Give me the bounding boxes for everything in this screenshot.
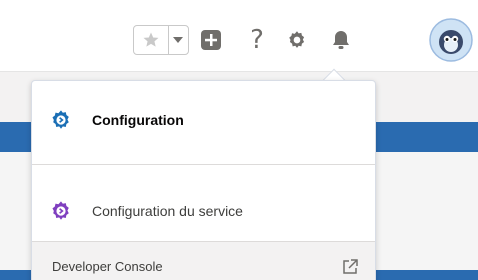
question-icon: ?: [250, 25, 264, 55]
global-header: ?: [0, 0, 478, 72]
gear-icon: [289, 31, 305, 48]
menu-item-label: Configuration du service: [92, 203, 243, 219]
global-actions-button[interactable]: [200, 29, 222, 51]
gear-icon: [50, 200, 72, 222]
setup-button[interactable]: [286, 29, 308, 51]
menu-divider: [32, 164, 375, 165]
notifications-button[interactable]: [331, 29, 351, 51]
gear-icon: [50, 109, 72, 131]
favorite-button[interactable]: [134, 26, 169, 54]
avatar-icon: [429, 18, 473, 62]
menu-item-configuration[interactable]: Configuration: [32, 97, 375, 143]
bell-icon: [333, 31, 349, 49]
external-link-icon: [343, 258, 358, 274]
favorites-group: [133, 25, 189, 55]
help-button[interactable]: ?: [247, 25, 267, 55]
avatar[interactable]: [429, 18, 473, 62]
menu-item-service-setup[interactable]: Configuration du service: [32, 189, 375, 233]
menu-item-label: Configuration: [92, 112, 184, 128]
menu-item-label: Developer Console: [52, 259, 163, 274]
chevron-down-icon: [173, 37, 184, 43]
favorites-list-button[interactable]: [169, 26, 188, 54]
setup-dropdown-menu: Configuration Configuration du service D…: [31, 80, 376, 280]
star-icon: [143, 32, 159, 47]
plus-icon: [201, 30, 221, 50]
menu-item-developer-console[interactable]: Developer Console: [32, 241, 375, 280]
